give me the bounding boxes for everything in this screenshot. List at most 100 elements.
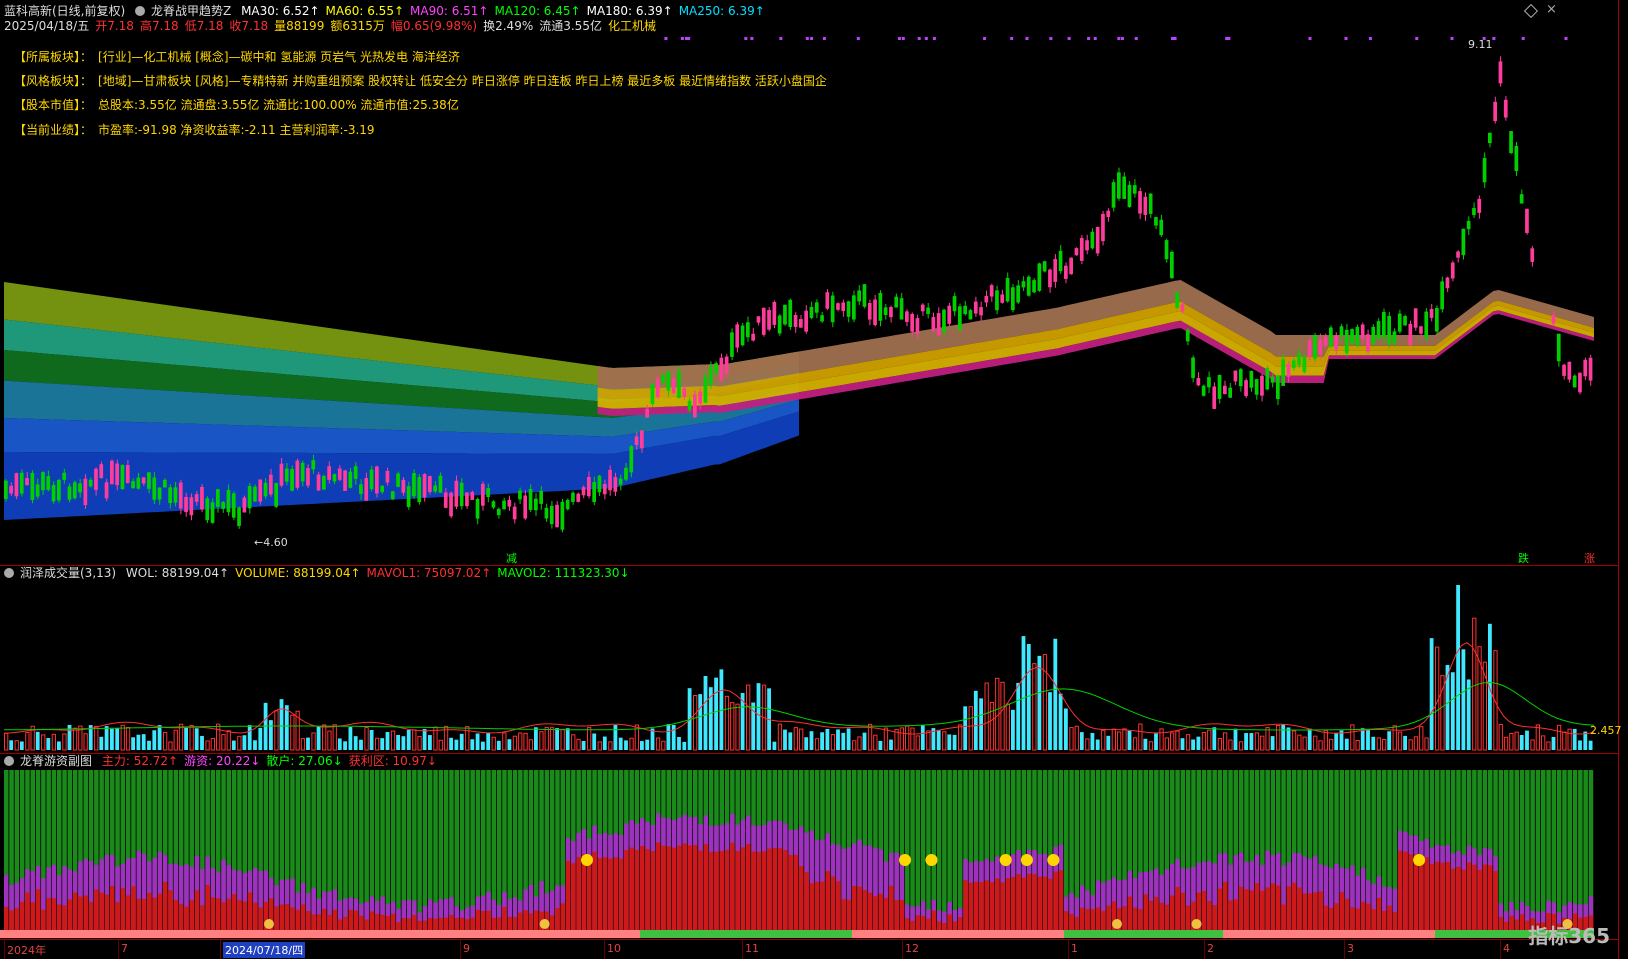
volume-bar xyxy=(110,728,114,750)
volume-bar xyxy=(984,682,989,751)
fund-red-bar xyxy=(1498,916,1504,930)
candle-body xyxy=(518,490,522,500)
volume-bar xyxy=(693,695,698,751)
candle-body xyxy=(390,491,395,500)
candle-body xyxy=(1037,263,1042,291)
candle-body xyxy=(783,304,787,325)
candle-body xyxy=(1085,240,1089,251)
top-signal-dot xyxy=(1117,37,1121,40)
volume-bar xyxy=(820,732,824,750)
volume-bar xyxy=(889,739,893,750)
volume-bar xyxy=(661,740,666,751)
volume-bar xyxy=(1408,739,1413,751)
fund-title[interactable]: 龙脊游资副图 xyxy=(20,754,92,768)
volume-bar xyxy=(677,736,681,750)
top-signal-dot xyxy=(1010,37,1014,40)
candle-body xyxy=(555,504,559,528)
volume-bar xyxy=(1042,654,1048,751)
volume-toggle-icon[interactable] xyxy=(4,568,14,578)
candle-body xyxy=(1567,361,1572,380)
fund-toggle-icon[interactable] xyxy=(4,756,14,766)
fund-red-bar xyxy=(375,913,380,930)
candle-body xyxy=(1223,385,1227,395)
candle-body xyxy=(867,303,872,320)
candle-body xyxy=(714,363,718,373)
volume-bar xyxy=(1323,729,1328,751)
volume-bar xyxy=(1132,737,1138,751)
fund-red-bar xyxy=(1514,919,1519,930)
fund-red-bar xyxy=(1000,882,1005,930)
fund-red-bar xyxy=(629,847,634,930)
fund-red-bar xyxy=(698,850,703,930)
candle-body xyxy=(1217,374,1222,399)
candle-body xyxy=(51,485,56,502)
volume-bar xyxy=(1238,741,1244,751)
candle-body xyxy=(496,508,501,516)
candle-body xyxy=(1207,377,1211,388)
volume-bar xyxy=(449,737,453,750)
candle-body xyxy=(1371,326,1376,344)
fund-red-bar xyxy=(1016,874,1021,930)
volume-bar xyxy=(1058,693,1063,750)
fund-red-bar xyxy=(1424,857,1429,930)
fund-red-bar xyxy=(1079,907,1085,930)
fund-red-bar xyxy=(549,915,555,930)
candle-body xyxy=(581,487,586,496)
x-axis-label: 4 xyxy=(1503,942,1510,955)
volume-bar xyxy=(1551,736,1556,750)
fund-red-bar xyxy=(571,863,576,930)
volume-bar xyxy=(1360,728,1365,750)
volume-bar xyxy=(491,736,496,751)
volume-bar xyxy=(1302,736,1307,751)
volume-bar xyxy=(412,729,417,751)
volume-bar xyxy=(936,729,941,750)
candle-body xyxy=(544,507,549,519)
volume-bar xyxy=(682,741,687,750)
volume-bar xyxy=(35,731,40,750)
fund-red-bar xyxy=(894,900,899,930)
candle-body xyxy=(1572,375,1577,388)
volume-title[interactable]: 润泽成交量(3,13) xyxy=(20,566,116,580)
fund-red-bar xyxy=(777,848,783,930)
fund-red-bar xyxy=(682,843,687,930)
volume-bar xyxy=(1021,636,1026,750)
fund-red-bar xyxy=(640,846,645,930)
candle-body xyxy=(1397,313,1402,332)
volume-panel-header: 润泽成交量(3,13) WOL: 88199.04↑ VOLUME: 88199.… xyxy=(4,566,642,580)
money-bag-icon xyxy=(539,919,550,929)
volume-bar xyxy=(428,735,432,750)
candle-body xyxy=(820,315,824,322)
volume-bar xyxy=(952,734,957,750)
volume-bar xyxy=(873,734,878,751)
x-axis-tick xyxy=(902,940,903,959)
candle-body xyxy=(1138,191,1142,214)
fund-legend-item-1: 游资: 20.22↓ xyxy=(184,754,261,768)
fund-red-bar xyxy=(99,892,104,930)
candle-body xyxy=(83,478,88,506)
volume-bar xyxy=(698,694,703,750)
volume-bar xyxy=(1519,735,1524,750)
volume-bar xyxy=(1307,728,1312,750)
volume-bar xyxy=(1392,725,1397,751)
top-signal-dot xyxy=(1521,37,1525,40)
volume-bar xyxy=(942,731,947,751)
candle-body xyxy=(1026,276,1031,296)
volume-bar xyxy=(571,734,576,751)
fund-green-bar xyxy=(1530,770,1535,930)
main-chart[interactable] xyxy=(0,0,1618,940)
volume-bar xyxy=(1191,739,1195,750)
volume-bar xyxy=(72,727,78,751)
fund-red-bar xyxy=(1276,885,1281,930)
volume-bar xyxy=(1567,728,1572,751)
fund-red-bar xyxy=(1254,883,1260,930)
candle-body xyxy=(889,306,893,318)
candle-body xyxy=(915,318,920,334)
fund-red-bar xyxy=(920,916,926,930)
fund-red-bar xyxy=(1032,874,1037,930)
volume-bar xyxy=(671,724,676,750)
top-signal-dot xyxy=(750,37,754,40)
fund-red-bar xyxy=(841,899,846,930)
volume-bar xyxy=(581,740,586,750)
candle-body xyxy=(1387,315,1391,344)
volume-bar xyxy=(274,710,279,751)
